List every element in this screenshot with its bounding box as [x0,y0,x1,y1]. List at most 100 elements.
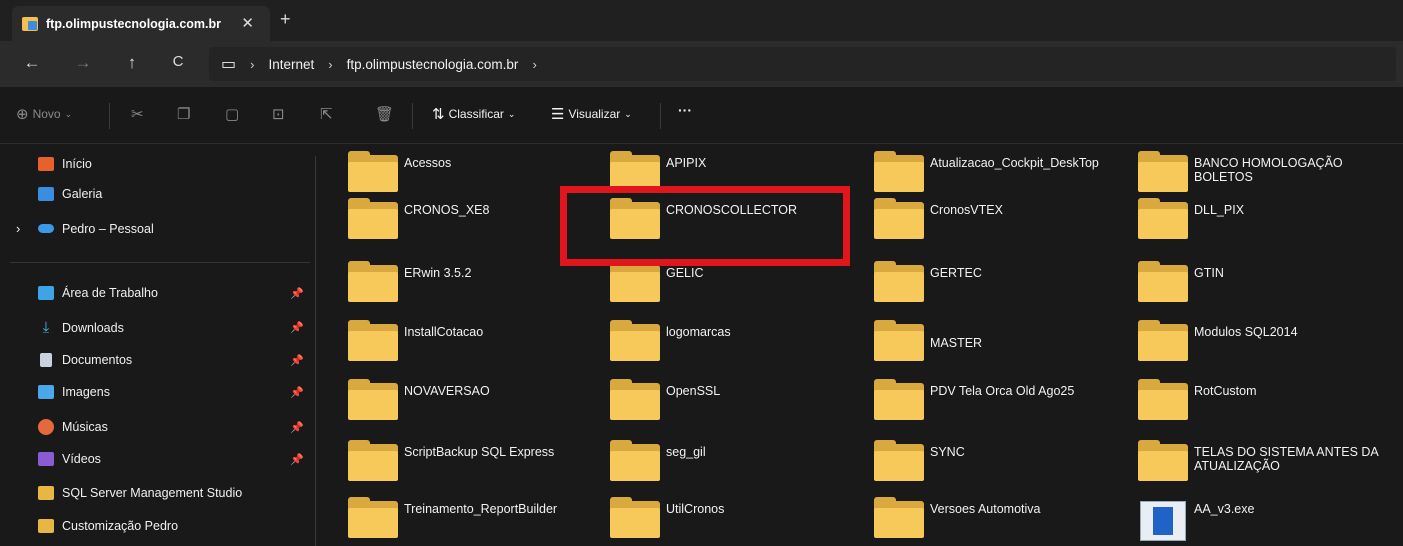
rename-icon[interactable]: ⊡ [272,105,285,123]
breadcrumb-separator[interactable]: › [532,57,536,72]
sidebar-item-videos[interactable]: Vídeos 📌 [38,452,304,466]
item-label: OpenSSL [666,384,721,398]
tab-ftp[interactable]: ftp.olimpustecnologia.com.br ✕ [12,6,270,41]
item-label: PDV Tela Orca Old Ago25 [930,384,1075,398]
item-label: Treinamento_ReportBuilder [404,502,558,516]
sidebar-item-imagens[interactable]: Imagens 📌 [38,385,304,399]
new-button[interactable]: ⊕ Novo ⌄ [16,105,72,123]
chevron-down-icon: ⌄ [507,108,516,119]
folder-item[interactable]: UtilCronos [610,497,866,538]
sort-label: Classificar [448,107,504,121]
sidebar-item-area-de-trabalho[interactable]: Área de Trabalho 📌 [38,286,304,300]
folder-item[interactable]: DLL_PIX [1138,198,1394,239]
view-button[interactable]: ☰ Visualizar ⌄ [551,105,632,123]
folder-icon [874,261,924,302]
folder-icon [874,379,924,420]
sidebar-item-pedro-pessoal[interactable]: › Pedro – Pessoal [16,221,154,236]
refresh-icon[interactable]: C [168,53,188,70]
download-icon: ⤓ [42,319,50,336]
pin-icon[interactable]: 📌 [290,453,304,466]
paste-icon[interactable]: ▢ [225,105,239,123]
sidebar-item-inicio[interactable]: Início [38,157,92,171]
sidebar-item-downloads[interactable]: ⤓ Downloads 📌 [38,319,304,336]
folder-item[interactable]: Modulos SQL2014 [1138,320,1394,361]
sidebar-item-musicas[interactable]: Músicas 📌 [38,419,304,435]
folder-item[interactable]: ScriptBackup SQL Express [348,440,604,481]
item-label: GERTEC [930,266,982,280]
folder-item[interactable]: logomarcas [610,320,866,361]
item-label: AA_v3.exe [1194,502,1255,516]
item-label: Acessos [404,156,452,170]
sidebar-item-label: Downloads [62,320,124,335]
sidebar-item-documentos[interactable]: Documentos 📌 [38,353,304,367]
chevron-down-icon: ⌄ [64,108,73,119]
sort-button[interactable]: ⇅ Classificar ⌄ [432,105,515,123]
pin-icon[interactable]: 📌 [290,287,304,300]
folder-item[interactable]: OpenSSL [610,379,866,420]
chevron-right-icon[interactable]: › [16,221,30,236]
pane-divider[interactable] [315,156,316,546]
breadcrumb-internet[interactable]: Internet [268,57,314,72]
share-icon[interactable]: ⇱ [320,105,333,123]
item-label: seg_gil [666,445,706,459]
sidebar-item-customizacao-pedro[interactable]: Customização Pedro [38,519,178,533]
folder-item[interactable]: InstallCotacao [348,320,604,361]
folder-icon [1138,198,1188,239]
cut-icon[interactable]: ✂ [131,105,144,123]
folder-item[interactable]: GTIN [1138,261,1394,302]
item-label: APIPIX [666,156,707,170]
folder-item[interactable]: Atualizacao_Cockpit_DeskTop [874,151,1130,192]
folder-item[interactable]: seg_gil [610,440,866,481]
close-tab-icon[interactable]: ✕ [241,14,254,32]
folder-icon [348,261,398,302]
pin-icon[interactable]: 📌 [290,354,304,367]
new-tab-button[interactable]: + [280,9,291,30]
sidebar-item-label: Músicas [62,420,108,434]
sidebar-item-ssms[interactable]: SQL Server Management Studio [38,486,242,500]
folder-item[interactable]: GELIC [610,261,866,302]
back-icon[interactable]: ← [22,53,42,73]
folder-item[interactable]: Versoes Automotiva [874,497,1130,538]
folder-item[interactable]: TELAS DO SISTEMA ANTES DA ATUALIZAÇÃO [1138,440,1394,481]
sidebar-item-label: Customização Pedro [62,519,179,533]
breadcrumb-separator: › [328,56,333,72]
folder-item[interactable]: PDV Tela Orca Old Ago25 [874,379,1130,420]
folder-item[interactable]: BANCO HOMOLOGAÇÃO BOLETOS [1138,151,1394,192]
breadcrumb-ftp[interactable]: ftp.olimpustecnologia.com.br [347,57,519,72]
copy-icon[interactable]: ❐ [177,105,190,123]
navigation-bar: ← → ↑ C ▭ › Internet › ftp.olimpustecnol… [0,41,1403,87]
pin-icon[interactable]: 📌 [290,321,304,334]
folder-item[interactable]: CronosVTEX [874,198,1130,239]
folder-icon [1138,440,1188,481]
navigation-pane: Início Galeria › Pedro – Pessoal Área de… [0,144,316,546]
more-options-button[interactable]: ··· [678,102,692,118]
item-label: TELAS DO SISTEMA ANTES DA ATUALIZAÇÃO [1194,445,1379,473]
folder-item[interactable]: MASTER [874,320,1130,361]
pin-icon[interactable]: 📌 [290,386,304,399]
item-label: DLL_PIX [1194,203,1245,217]
folder-icon [610,379,660,420]
folder-item[interactable]: ERwin 3.5.2 [348,261,604,302]
folder-icon [348,151,398,192]
address-bar[interactable]: ▭ › Internet › ftp.olimpustecnologia.com… [209,47,1396,81]
item-label: MASTER [930,336,983,350]
sidebar-item-galeria[interactable]: Galeria [38,187,102,201]
folder-item[interactable]: RotCustom [1138,379,1394,420]
folder-icon [874,320,924,361]
toolbar-divider [109,103,110,129]
sort-icon: ⇅ [432,106,445,123]
pin-icon[interactable]: 📌 [290,421,304,434]
delete-icon[interactable]: 🗑 [375,105,394,123]
file-item[interactable]: AA_v3.exe [1138,501,1394,541]
folder-icon [1138,379,1188,420]
up-icon[interactable]: ↑ [122,53,142,73]
monitor-icon[interactable]: ▭ [221,54,236,74]
folder-item[interactable]: SYNC [874,440,1130,481]
item-label: RotCustom [1194,384,1257,398]
folder-item[interactable]: NOVAVERSAO [348,379,604,420]
folder-item[interactable]: GERTEC [874,261,1130,302]
folder-icon [874,151,924,192]
forward-icon[interactable]: → [73,53,93,73]
folder-item[interactable]: Treinamento_ReportBuilder [348,497,604,538]
item-label: logomarcas [666,325,731,339]
